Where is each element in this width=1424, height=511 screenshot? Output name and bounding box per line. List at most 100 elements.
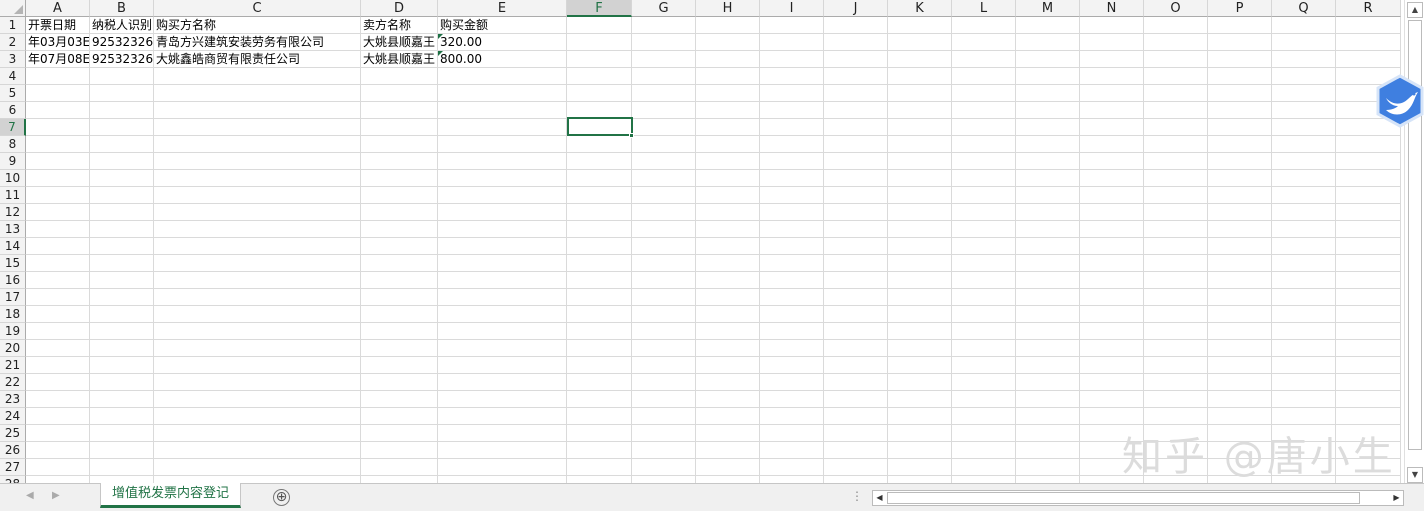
bird-icon[interactable] <box>1374 74 1424 134</box>
prev-sheet-icon[interactable]: ◀ <box>26 490 34 501</box>
column-header-l[interactable]: L <box>952 0 1016 17</box>
cell-b3[interactable]: 92532326M <box>90 51 153 67</box>
row-header-4[interactable]: 4 <box>0 68 26 85</box>
row-header-28[interactable]: 28 <box>0 476 26 483</box>
column-header-r[interactable]: R <box>1336 0 1401 17</box>
row-header-11[interactable]: 11 <box>0 187 26 204</box>
column-header-p[interactable]: P <box>1208 0 1272 17</box>
row-header-3[interactable]: 3 <box>0 51 26 68</box>
cell-a2[interactable]: 年03月03E <box>26 34 89 50</box>
cell-b1[interactable]: 纳税人识别 <box>90 17 153 33</box>
column-header-g[interactable]: G <box>632 0 696 17</box>
row-header-7[interactable]: 7 <box>0 119 26 136</box>
grid-row-line <box>26 339 1401 340</box>
row-header-14[interactable]: 14 <box>0 238 26 255</box>
scroll-left-icon[interactable]: ◀ <box>873 491 886 505</box>
cell-a1[interactable]: 开票日期 <box>26 17 89 33</box>
grid-row-line <box>26 305 1401 306</box>
cell-d2[interactable]: 大姚县顺嘉王 <box>361 34 437 50</box>
grid-column-line <box>951 17 952 483</box>
cell-c1[interactable]: 购买方名称 <box>154 17 360 33</box>
grid-column-line <box>1015 17 1016 483</box>
add-sheet-icon[interactable]: ⊕ <box>273 489 290 506</box>
row-header-23[interactable]: 23 <box>0 391 26 408</box>
row-header-8[interactable]: 8 <box>0 136 26 153</box>
row-header-19[interactable]: 19 <box>0 323 26 340</box>
row-header-15[interactable]: 15 <box>0 255 26 272</box>
cell-d1[interactable]: 卖方名称 <box>361 17 437 33</box>
grid-column-line <box>695 17 696 483</box>
column-header-n[interactable]: N <box>1080 0 1144 17</box>
scroll-right-icon[interactable]: ▶ <box>1390 491 1403 505</box>
cell-b2[interactable]: 92532326M <box>90 34 153 50</box>
grid-row-line <box>26 356 1401 357</box>
row-header-20[interactable]: 20 <box>0 340 26 357</box>
grid-row-line <box>26 186 1401 187</box>
column-header-e[interactable]: E <box>438 0 567 17</box>
column-header-i[interactable]: I <box>760 0 824 17</box>
grid-row-line <box>26 67 1401 68</box>
row-header-25[interactable]: 25 <box>0 425 26 442</box>
cell-a3[interactable]: 年07月08E <box>26 51 89 67</box>
select-all-triangle-icon <box>14 5 23 14</box>
sheet-tab-active[interactable]: 增值税发票内容登记 <box>100 483 241 508</box>
select-all-corner[interactable] <box>0 0 26 17</box>
grid-row-line <box>26 288 1401 289</box>
grid-column-line <box>437 17 438 483</box>
grid-row-line <box>26 169 1401 170</box>
grid-column-line <box>631 17 632 483</box>
column-header-m[interactable]: M <box>1016 0 1080 17</box>
row-header-10[interactable]: 10 <box>0 170 26 187</box>
grid-row-line <box>26 152 1401 153</box>
row-header-1[interactable]: 1 <box>0 17 26 34</box>
row-header-2[interactable]: 2 <box>0 34 26 51</box>
grid-column-line <box>360 17 361 483</box>
column-header-k[interactable]: K <box>888 0 952 17</box>
scroll-up-icon[interactable]: ▲ <box>1407 2 1423 18</box>
row-header-24[interactable]: 24 <box>0 408 26 425</box>
row-header-16[interactable]: 16 <box>0 272 26 289</box>
row-header-6[interactable]: 6 <box>0 102 26 119</box>
column-header-h[interactable]: H <box>696 0 760 17</box>
column-header-a[interactable]: A <box>26 0 90 17</box>
scroll-down-icon[interactable]: ▼ <box>1407 467 1423 483</box>
cell-e2[interactable]: 320.00 <box>438 34 566 50</box>
column-header-q[interactable]: Q <box>1272 0 1336 17</box>
row-header-9[interactable]: 9 <box>0 153 26 170</box>
grid-column-line <box>1271 17 1272 483</box>
row-header-21[interactable]: 21 <box>0 357 26 374</box>
grid-row-line <box>26 220 1401 221</box>
cell-c3[interactable]: 大姚鑫皓商贸有限责任公司 <box>154 51 360 67</box>
cell-e3[interactable]: 800.00 <box>438 51 566 67</box>
cell-e1[interactable]: 购买金额 <box>438 17 566 33</box>
error-indicator-icon[interactable] <box>438 51 443 56</box>
row-header-27[interactable]: 27 <box>0 459 26 476</box>
cell-d3[interactable]: 大姚县顺嘉王 <box>361 51 437 67</box>
row-header-22[interactable]: 22 <box>0 374 26 391</box>
column-header-o[interactable]: O <box>1144 0 1208 17</box>
row-header-18[interactable]: 18 <box>0 306 26 323</box>
row-header-12[interactable]: 12 <box>0 204 26 221</box>
horizontal-scroll-thumb[interactable] <box>887 492 1360 504</box>
tab-split-handle[interactable]: ⋮ <box>851 489 863 503</box>
column-header-f[interactable]: F <box>567 0 632 17</box>
cell-c2[interactable]: 青岛方兴建筑安装劳务有限公司 <box>154 34 360 50</box>
fill-handle[interactable] <box>629 133 634 138</box>
grid-column-line <box>153 17 154 483</box>
row-header-13[interactable]: 13 <box>0 221 26 238</box>
column-header-j[interactable]: J <box>824 0 888 17</box>
row-header-26[interactable]: 26 <box>0 442 26 459</box>
column-header-c[interactable]: C <box>154 0 361 17</box>
grid-row-line <box>26 84 1401 85</box>
row-header-5[interactable]: 5 <box>0 85 26 102</box>
grid-row-line <box>26 203 1401 204</box>
worksheet-grid[interactable]: ABCDEFGHIJKLMNOPQR 1 2 3 4 5 6 7 8 9 10 11 12 13 14 15… <box>0 0 1401 483</box>
next-sheet-icon[interactable]: ▶ <box>52 490 60 501</box>
column-header-b[interactable]: B <box>90 0 154 17</box>
spreadsheet-window: ABCDEFGHIJKLMNOPQR 1 2 3 4 5 6 7 8 9 10 11 12 13 14 15… <box>0 0 1424 511</box>
active-cell-border[interactable] <box>567 117 633 136</box>
error-indicator-icon[interactable] <box>438 34 443 39</box>
row-header-17[interactable]: 17 <box>0 289 26 306</box>
column-header-d[interactable]: D <box>361 0 438 17</box>
horizontal-scrollbar[interactable]: ◀ ▶ <box>872 490 1404 506</box>
